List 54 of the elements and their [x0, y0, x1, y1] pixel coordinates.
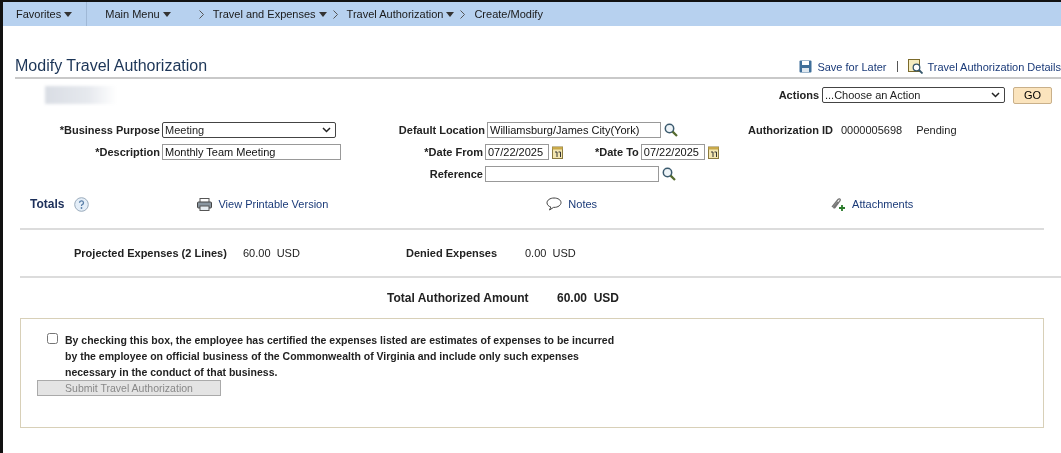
date-field[interactable]: 07/22/2025 — [640, 144, 705, 160]
printer-icon[interactable] — [197, 197, 213, 211]
caret-icon — [318, 11, 327, 17]
page-title: Modify Travel Authorization — [15, 57, 208, 75]
caret-icon — [64, 11, 73, 17]
field-label: Reference — [428, 168, 483, 180]
total-amount: 60.00 USD — [557, 291, 620, 305]
document-magnifier-icon[interactable] — [907, 59, 923, 74]
certify-checkbox[interactable] — [47, 333, 58, 344]
main-menu[interactable]: Main Menu — [105, 8, 171, 20]
default-location-field[interactable]: Williamsburg/James City(York) — [487, 122, 661, 138]
chevron-icon — [460, 9, 466, 19]
description-field[interactable]: Monthly Team Meeting — [162, 144, 341, 160]
field-label: *Business Purpose — [58, 124, 160, 136]
chevron-icon — [198, 9, 204, 19]
go-button[interactable]: GO — [1013, 86, 1052, 104]
certification-text: By checking this box, the employee has certified the expenses listed are estimates of expenses to be incurred by the employee on official business of the Commonwealth of Virginia and include only such expenses necessary in the conduct of that business. — [65, 333, 615, 380]
link[interactable]: Attachments — [852, 198, 914, 210]
amount-text: 0.00 USD — [525, 247, 576, 259]
speech-bubble-icon[interactable] — [546, 197, 563, 211]
field-label: Default Location — [397, 124, 485, 136]
paperclip-plus-icon[interactable] — [830, 196, 847, 212]
header-link[interactable]: Save for Later — [817, 60, 887, 73]
breadcrumb-link[interactable]: Travel Authorization — [346, 8, 455, 20]
section-title: Totals — [30, 197, 65, 211]
total-label: Total Authorized Amount — [387, 291, 530, 305]
help-icon[interactable] — [74, 196, 90, 212]
actions-dropdown[interactable]: ...Choose an Action — [822, 87, 1005, 103]
breadcrumb-link[interactable]: Create/Modify — [474, 8, 543, 20]
field-label: *Description — [94, 146, 160, 158]
link[interactable]: View Printable Version — [218, 198, 329, 210]
reference-field[interactable] — [485, 166, 659, 182]
date-field[interactable]: 07/22/2025 — [485, 144, 549, 160]
breadcrumb-link[interactable]: Travel and Expenses — [212, 8, 327, 20]
link[interactable]: Notes — [568, 198, 598, 210]
expense-label: Denied Expenses — [406, 247, 499, 259]
field-label: Actions — [778, 89, 819, 101]
field-label: *Date To — [595, 146, 639, 158]
field-label: Authorization ID — [748, 124, 833, 136]
search-icon[interactable] — [662, 167, 676, 181]
caret-icon — [162, 11, 171, 17]
calendar-icon[interactable] — [707, 145, 719, 159]
favorites-menu[interactable]: Favorites — [16, 8, 73, 20]
chevron-icon — [332, 9, 338, 19]
caret-icon — [446, 11, 455, 17]
amount-text: 60.00 USD — [243, 247, 301, 259]
header-link[interactable]: Travel Authorization Details — [927, 60, 1061, 73]
expense-label: Projected Expenses (2 Lines) — [74, 247, 228, 259]
calendar-icon[interactable] — [552, 145, 563, 159]
status-text: Pending — [916, 124, 957, 136]
field-label: *Date From — [423, 146, 483, 158]
business-purpose-dropdown[interactable]: Meeting — [162, 122, 336, 138]
authorization-id: 0000005698 — [840, 124, 903, 136]
search-icon[interactable] — [664, 123, 678, 137]
